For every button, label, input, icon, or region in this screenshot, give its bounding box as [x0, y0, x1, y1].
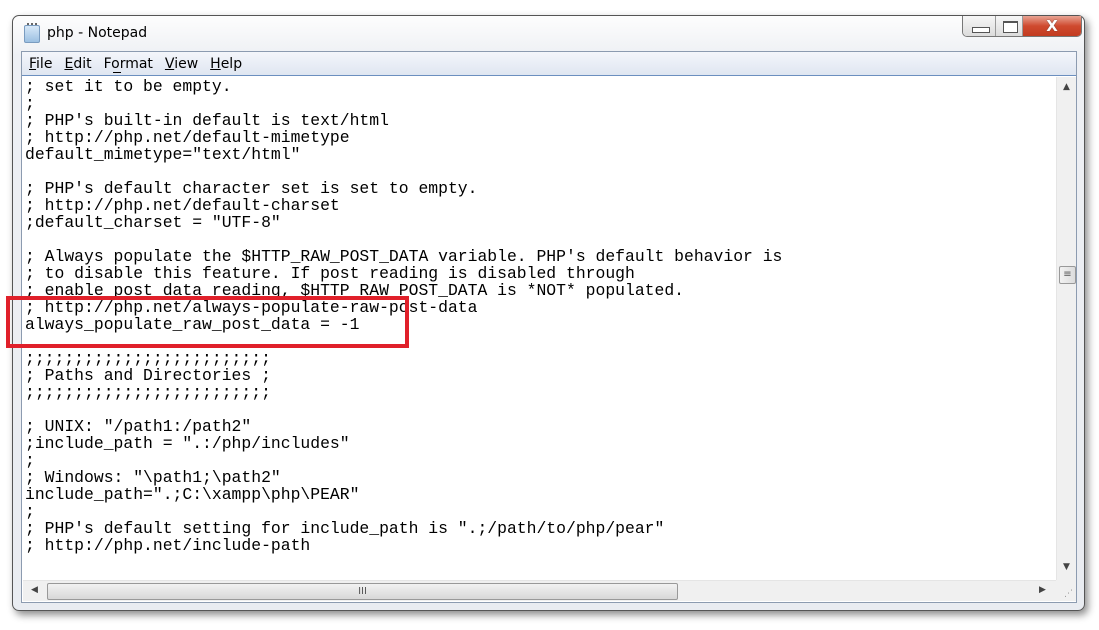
- close-button[interactable]: X: [1023, 16, 1081, 36]
- menu-edit[interactable]: Edit: [63, 52, 98, 75]
- menu-view[interactable]: View: [164, 52, 205, 75]
- text-line: ; http://php.net/default-charset: [25, 196, 340, 215]
- scroll-up-icon[interactable]: ▲: [1063, 82, 1070, 92]
- menu-help[interactable]: Help: [209, 52, 249, 75]
- notepad-icon: [24, 23, 40, 43]
- text-line: ; UNIX: "/path1:/path2": [25, 417, 252, 436]
- highlight-box: [6, 296, 409, 348]
- vertical-scrollbar[interactable]: ▲ ≡ ▼: [1056, 77, 1076, 580]
- menu-format[interactable]: Format: [103, 52, 160, 75]
- horizontal-scroll-thumb[interactable]: III: [47, 583, 678, 600]
- text-line: [23, 401, 1056, 418]
- vertical-scroll-thumb[interactable]: ≡: [1059, 266, 1076, 284]
- text-line: ;;;;;;;;;;;;;;;;;;;;;;;;;: [25, 383, 271, 402]
- text-line: ; Paths and Directories ;: [25, 366, 271, 385]
- text-line: ; http://php.net/default-mimetype: [25, 128, 350, 147]
- text-line: include_path=".;C:\xampp\php\PEAR": [25, 485, 360, 504]
- text-line: ; Always populate the $HTTP_RAW_POST_DAT…: [25, 247, 783, 266]
- text-line: ;: [25, 94, 35, 113]
- text-line: ; PHP's default character set is set to …: [25, 179, 478, 198]
- horizontal-scrollbar[interactable]: ◀ III ▶: [23, 580, 1056, 601]
- text-line: ; PHP's built-in default is text/html: [25, 111, 389, 130]
- menu-file[interactable]: File: [28, 52, 59, 75]
- maximize-button[interactable]: [996, 16, 1023, 36]
- scroll-down-icon[interactable]: ▼: [1063, 562, 1070, 572]
- scroll-right-icon[interactable]: ▶: [1039, 585, 1046, 595]
- menu-bar: File Edit Format View Help: [22, 52, 1076, 76]
- text-line: ;default_charset = "UTF-8": [25, 213, 281, 232]
- text-line: ; to disable this feature. If post readi…: [25, 264, 635, 283]
- menu-accel-underline: [112, 72, 121, 73]
- minimize-button[interactable]: [963, 16, 996, 36]
- text-line: ;: [25, 451, 35, 470]
- text-line: ; set it to be empty.: [25, 77, 232, 96]
- text-line: ; PHP's default setting for include_path…: [25, 519, 665, 538]
- text-line: [23, 163, 1056, 180]
- scroll-left-icon[interactable]: ◀: [31, 585, 38, 595]
- text-line: ;;;;;;;;;;;;;;;;;;;;;;;;;: [25, 349, 271, 368]
- close-icon: X: [1046, 17, 1058, 35]
- text-line: ; Windows: "\path1;\path2": [25, 468, 281, 487]
- text-line: ; http://php.net/include-path: [25, 536, 311, 555]
- resize-grip-icon[interactable]: ⋰: [1056, 580, 1076, 601]
- text-line: [23, 231, 1056, 248]
- text-line: ;: [25, 502, 35, 521]
- text-line: default_mimetype="text/html": [25, 145, 301, 164]
- text-line: ;include_path = ".:/php/includes": [25, 434, 350, 453]
- window-title: php - Notepad: [47, 25, 148, 41]
- menu-label: Format: [103, 56, 153, 72]
- window-controls: X: [962, 16, 1082, 37]
